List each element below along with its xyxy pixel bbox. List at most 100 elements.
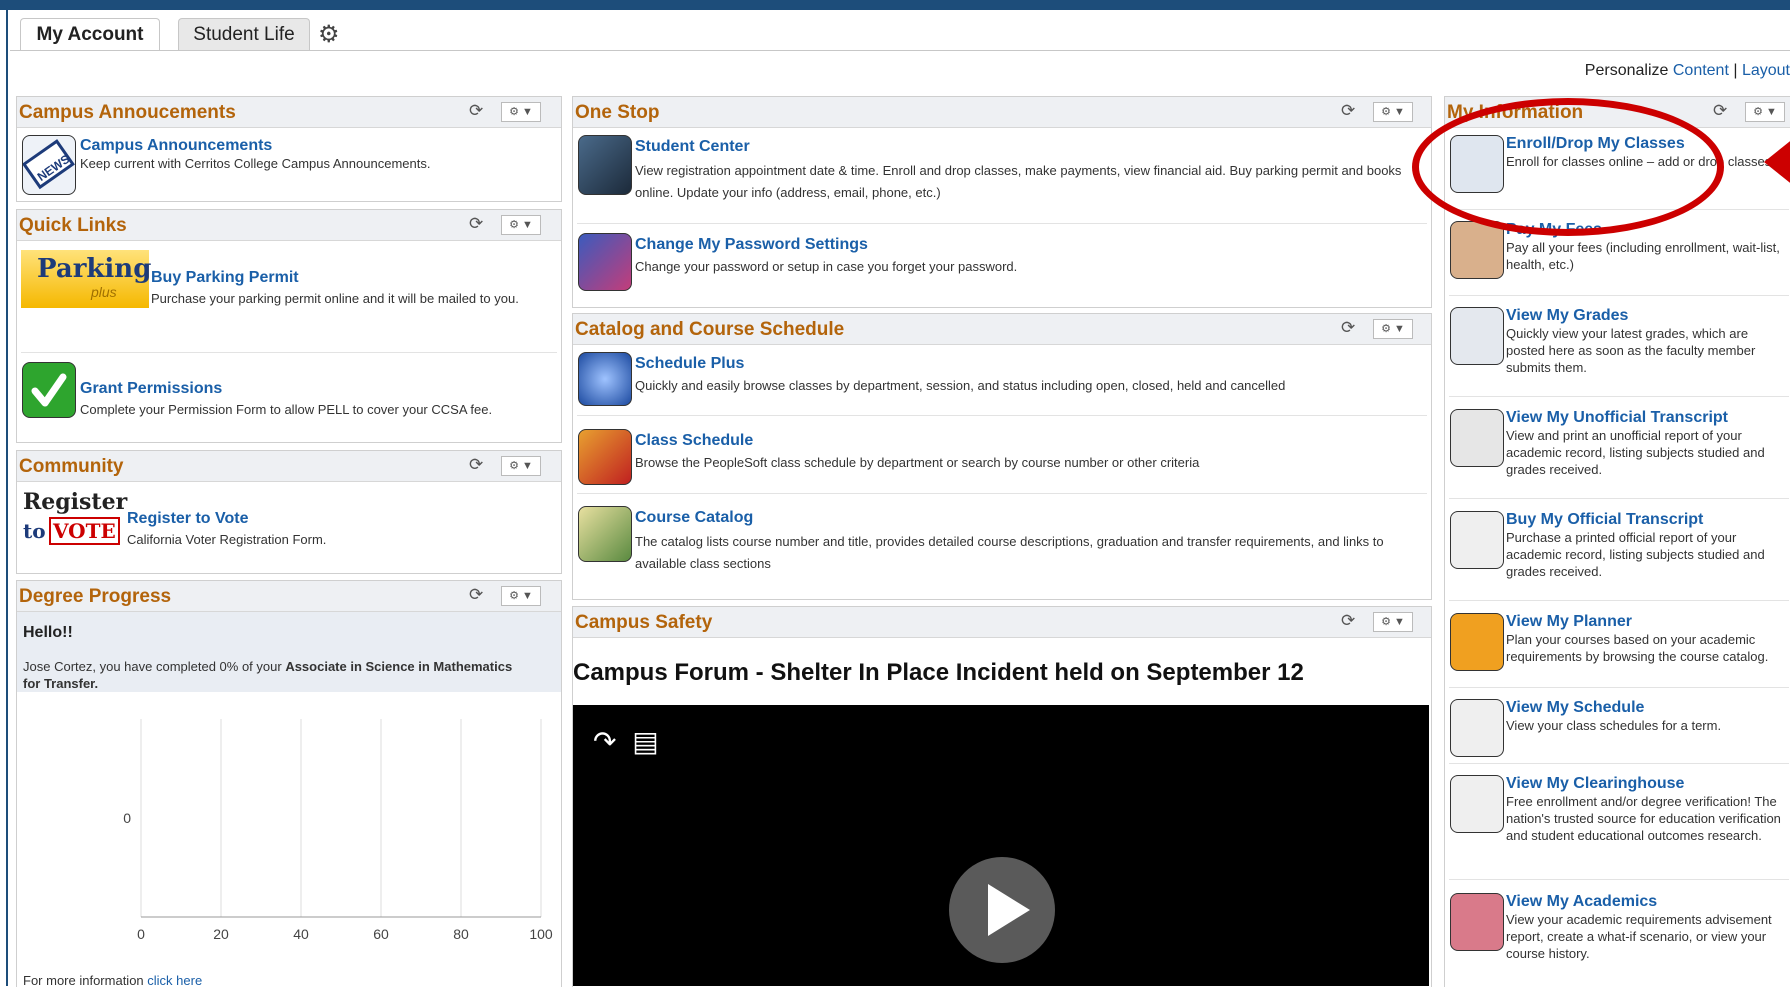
options-menu-button[interactable]: ⚙ ▼ [1745, 102, 1785, 122]
refresh-icon[interactable]: ⟳ [1341, 611, 1355, 631]
share-icon[interactable]: ↷ [593, 726, 616, 757]
divider [1449, 295, 1789, 296]
personalize-links: Personalize Content | Layout [1585, 62, 1790, 80]
more-info-text: For more information [23, 973, 148, 987]
campus-announcements-link[interactable]: Campus Announcements [80, 137, 272, 155]
personalize-layout-link[interactable]: Layout [1742, 62, 1790, 79]
playlist-icon[interactable]: ▤ [632, 726, 658, 757]
buy-parking-permit-link[interactable]: Buy Parking Permit [151, 269, 299, 287]
student-center-desc: View registration appointment date & tim… [635, 163, 1402, 200]
compass-icon [578, 352, 632, 406]
pagelet-header: Catalog and Course Schedule ⟳ ⚙ ▼ [573, 314, 1431, 345]
personalize-content-link[interactable]: Content [1673, 62, 1729, 79]
chart-x-tick-label: 40 [293, 926, 309, 942]
course-catalog-link[interactable]: Course Catalog [635, 509, 753, 527]
options-menu-button[interactable]: ⚙ ▼ [501, 456, 541, 476]
refresh-icon[interactable]: ⟳ [1713, 101, 1727, 121]
tab-divider [10, 50, 1790, 51]
logo-vote-text: VOTE [49, 517, 120, 545]
options-menu-button[interactable]: ⚙ ▼ [501, 102, 541, 122]
divider [577, 223, 1427, 224]
degree-summary: Hello!! Jose Cortez, you have completed … [17, 612, 561, 692]
personalize-separator: | [1728, 62, 1742, 79]
official-transcript-icon [1450, 511, 1504, 569]
my-info-desc: Quickly view your latest grades, which a… [1506, 326, 1756, 375]
refresh-icon[interactable]: ⟳ [469, 101, 483, 121]
pagelet-header: Campus Safety ⟳ ⚙ ▼ [573, 607, 1431, 638]
student-center-icon [578, 135, 632, 195]
calendar-icon [1450, 699, 1504, 757]
house-icon [1450, 775, 1504, 833]
refresh-icon[interactable]: ⟳ [469, 585, 483, 605]
divider [1449, 498, 1789, 499]
divider [1449, 879, 1789, 880]
video-player[interactable]: ↷ ▤ [573, 705, 1429, 986]
pagelet-header: Campus Annoucements ⟳ ⚙ ▼ [17, 97, 561, 128]
class-schedule-icon [578, 429, 632, 485]
my-info-desc: View your academic requirements adviseme… [1506, 912, 1772, 961]
divider [21, 352, 557, 353]
play-icon [988, 884, 1030, 936]
refresh-icon[interactable]: ⟳ [469, 214, 483, 234]
parking-plus-logo: Parking plus [21, 250, 151, 308]
divider [1449, 600, 1789, 601]
student-center-link[interactable]: Student Center [635, 138, 750, 156]
campus-announcements-desc: Keep current with Cerritos College Campu… [80, 156, 431, 171]
my-info-link[interactable]: View My Planner [1506, 613, 1632, 631]
pagelet-header: Quick Links ⟳ ⚙ ▼ [17, 210, 561, 241]
pagelet-title: Catalog and Course Schedule [575, 319, 845, 340]
options-menu-button[interactable]: ⚙ ▼ [1373, 319, 1413, 339]
register-to-vote-link[interactable]: Register to Vote [127, 510, 249, 528]
options-menu-button[interactable]: ⚙ ▼ [1373, 612, 1413, 632]
hello-text: Hello!! [23, 624, 73, 641]
play-button[interactable] [949, 857, 1055, 963]
tab-my-account[interactable]: My Account [20, 18, 160, 51]
schedule-plus-link[interactable]: Schedule Plus [635, 355, 744, 373]
my-info-desc: Plan your courses based on your academic… [1506, 632, 1769, 664]
buy-parking-permit-desc: Purchase your parking permit online and … [151, 291, 519, 306]
more-info: For more information click here [23, 973, 202, 987]
degree-summary-text: Jose Cortez, you have completed 0% of yo… [23, 658, 523, 692]
top-bar [0, 0, 1790, 10]
my-info-desc: Pay all your fees (including enrollment,… [1506, 240, 1780, 272]
change-password-link[interactable]: Change My Password Settings [635, 236, 868, 254]
pagelet-title: Community [19, 456, 124, 477]
video-title: Campus Forum - Shelter In Place Incident… [573, 659, 1304, 686]
pagelet-one-stop: One Stop ⟳ ⚙ ▼ Student Center View regis… [572, 96, 1432, 308]
transcript-icon [1450, 409, 1504, 467]
my-info-desc: View your class schedules for a term. [1506, 718, 1722, 733]
chart-category-label: 0 [123, 810, 131, 826]
schedule-plus-desc: Quickly and easily browse classes by dep… [635, 378, 1286, 393]
my-info-link[interactable]: View My Academics [1506, 893, 1657, 911]
checkmark-icon [22, 362, 76, 418]
my-info-link[interactable]: View My Grades [1506, 307, 1628, 325]
click-here-link[interactable]: click here [147, 973, 202, 987]
gear-icon[interactable]: ⚙ [318, 20, 340, 49]
options-menu-button[interactable]: ⚙ ▼ [501, 586, 541, 606]
my-info-link[interactable]: View My Unofficial Transcript [1506, 409, 1728, 427]
options-menu-button[interactable]: ⚙ ▼ [1373, 102, 1413, 122]
personalize-label: Personalize [1584, 62, 1669, 79]
my-info-link[interactable]: View My Clearinghouse [1506, 775, 1684, 793]
grant-permissions-link[interactable]: Grant Permissions [80, 380, 222, 398]
chart-x-tick-label: 100 [529, 926, 553, 942]
grant-permissions-desc: Complete your Permission Form to allow P… [80, 402, 493, 417]
tab-student-life[interactable]: Student Life [178, 18, 310, 51]
highlight-circle [1412, 98, 1724, 236]
course-catalog-icon [578, 506, 632, 562]
chart-x-tick-label: 80 [453, 926, 469, 942]
options-menu-button[interactable]: ⚙ ▼ [501, 215, 541, 235]
my-info-desc: View and print an unofficial report of y… [1506, 428, 1765, 477]
refresh-icon[interactable]: ⟳ [1341, 101, 1355, 121]
class-schedule-link[interactable]: Class Schedule [635, 432, 753, 450]
my-info-link[interactable]: View My Schedule [1506, 699, 1644, 717]
chart-x-tick-label: 20 [213, 926, 229, 942]
chart-x-tick-label: 0 [137, 926, 145, 942]
my-info-link[interactable]: Buy My Official Transcript [1506, 511, 1703, 529]
pagelet-title: Campus Annoucements [19, 102, 236, 123]
refresh-icon[interactable]: ⟳ [469, 455, 483, 475]
pagelet-header: Degree Progress ⟳ ⚙ ▼ [17, 581, 561, 612]
divider [1449, 763, 1789, 764]
refresh-icon[interactable]: ⟳ [1341, 318, 1355, 338]
my-info-desc: Purchase a printed official report of yo… [1506, 530, 1765, 579]
